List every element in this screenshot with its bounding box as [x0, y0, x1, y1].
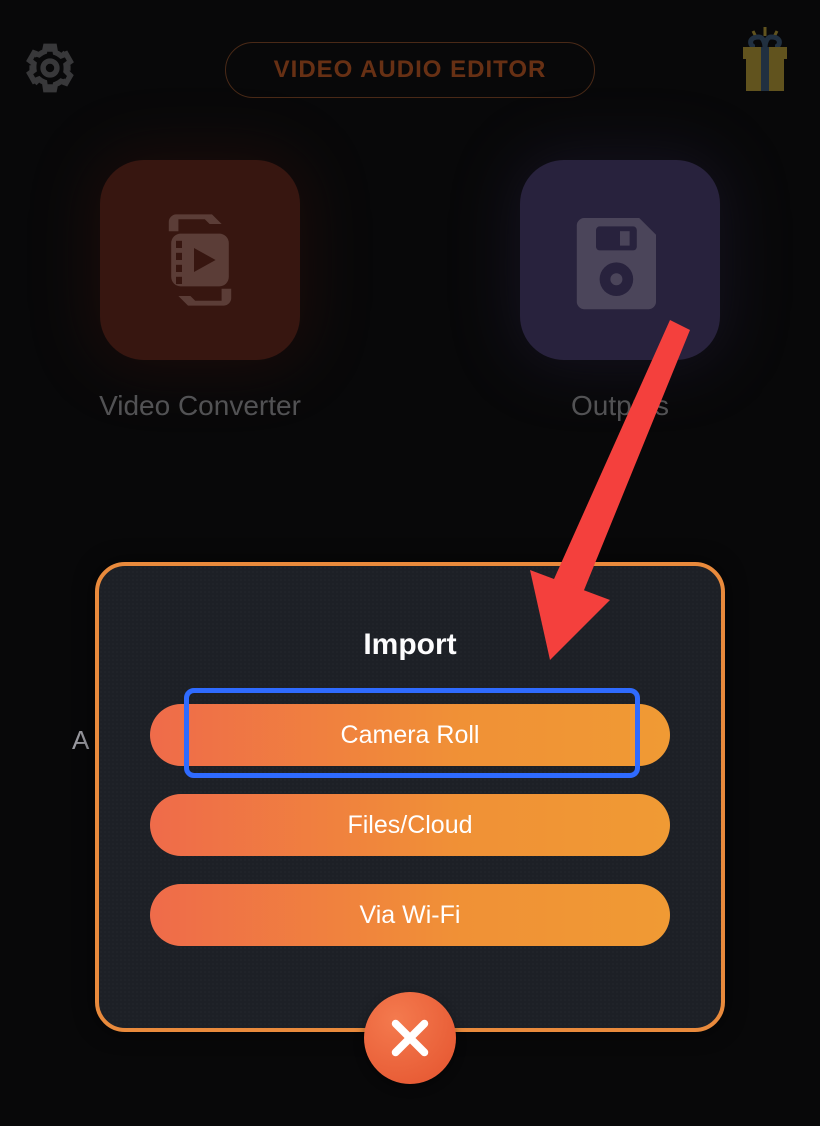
import-camera-roll-button[interactable]: Camera Roll [150, 704, 670, 766]
app-screen: VIDEO AUDIO EDITOR [0, 0, 820, 1126]
import-via-wifi-button[interactable]: Via Wi-Fi [150, 884, 670, 946]
close-dialog-button[interactable] [364, 992, 456, 1084]
import-title: Import [99, 628, 721, 662]
hidden-label: A [72, 725, 89, 756]
close-icon [386, 1014, 434, 1062]
import-dialog: Import Camera Roll Files/Cloud Via Wi-Fi [95, 562, 725, 1032]
import-files-cloud-button[interactable]: Files/Cloud [150, 794, 670, 856]
